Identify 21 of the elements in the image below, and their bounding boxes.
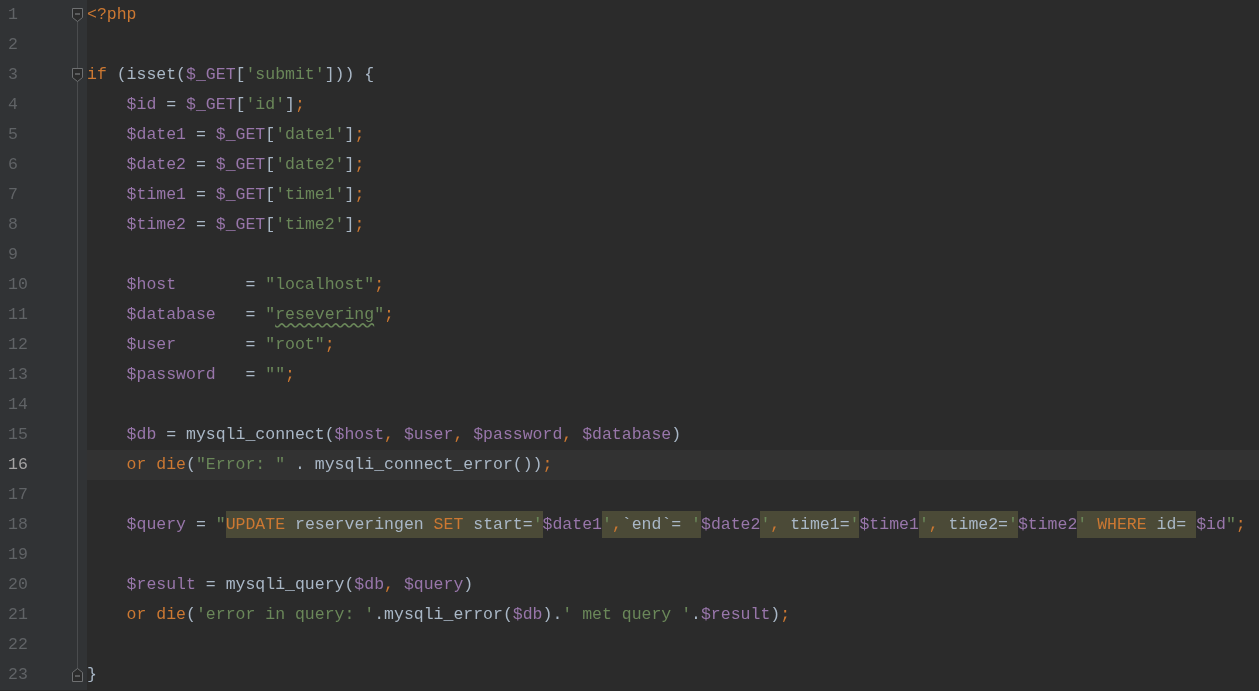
code-line: if (isset($_GET['submit'])) {	[87, 64, 375, 86]
code-line: or die("Error: " . mysqli_connect_error());	[125, 454, 553, 476]
code-line: }	[87, 664, 97, 686]
code-line: $host = "localhost";	[125, 274, 385, 296]
code-line: $database = "resevering";	[125, 304, 394, 326]
code-line: $password = "";	[125, 364, 295, 386]
code-line: $date2 = $_GET['date2'];	[125, 154, 365, 176]
code-line: $time2 = $_GET['time2'];	[125, 214, 365, 236]
code-line: $time1 = $_GET['time1'];	[125, 184, 365, 206]
fold-marker-icon[interactable]	[72, 68, 83, 82]
fold-marker-icon[interactable]	[72, 8, 83, 22]
code-line: $id = $_GET['id'];	[125, 94, 305, 116]
code-line: $db = mysqli_connect($host, $user, $password, $database)	[125, 424, 682, 446]
code-line: or die('error in query: '.mysqli_error($db).' met query '.$result);	[125, 604, 791, 626]
code-line: <?php	[87, 4, 137, 26]
code-line: $user = "root";	[125, 334, 335, 356]
fold-marker-icon[interactable]	[72, 668, 83, 682]
code-line: $result = mysqli_query($db, $query)	[125, 574, 474, 596]
line-number: 16	[7, 454, 29, 476]
code-line: $query = "UPDATE reserveringen SET start='$date1',`end`= '$date2', time1='$time1', time2='$time2' WHERE id= $id";	[87, 514, 1246, 536]
code-line: $date1 = $_GET['date1'];	[125, 124, 365, 146]
